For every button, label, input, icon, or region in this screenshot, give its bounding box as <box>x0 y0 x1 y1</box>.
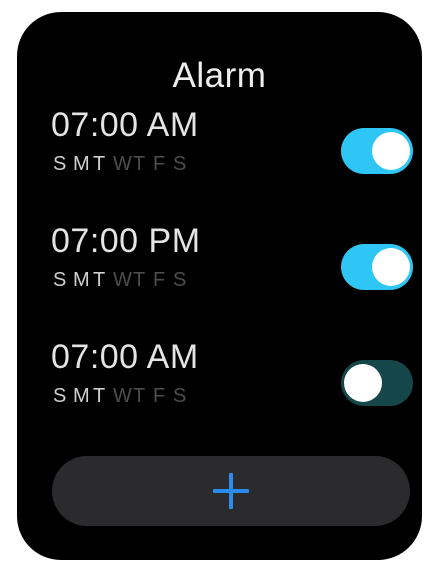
day-label: F <box>153 153 166 175</box>
day-label: F <box>153 385 166 407</box>
watch-screen: Alarm 07:00 AM S M T W T F S 07:00 PM S … <box>17 12 422 560</box>
day-label: T <box>93 153 106 175</box>
alarm-time: 07:00 AM <box>51 338 199 376</box>
alarm-time: 07:00 AM <box>51 106 199 144</box>
alarm-item[interactable]: 07:00 PM S M T W T F S <box>51 222 413 332</box>
alarm-days: S M T W T F S <box>53 385 188 408</box>
alarm-item[interactable]: 07:00 AM S M T W T F S <box>51 106 413 216</box>
day-label: M <box>73 153 90 175</box>
day-label: S <box>173 269 187 291</box>
alarm-item[interactable]: 07:00 AM S M T W T F S <box>51 338 413 448</box>
day-label: T <box>93 269 106 291</box>
day-label: W <box>113 153 132 175</box>
day-label: T <box>133 153 146 175</box>
day-label: T <box>133 269 146 291</box>
page-title: Alarm <box>172 56 267 95</box>
alarm-days: S M T W T F S <box>53 153 188 176</box>
day-label: T <box>93 385 106 407</box>
alarm-toggle[interactable] <box>341 360 413 406</box>
toggle-knob <box>372 248 410 286</box>
day-label: F <box>153 269 166 291</box>
day-label: M <box>73 269 90 291</box>
day-label: S <box>53 269 67 291</box>
day-label: W <box>113 385 132 407</box>
plus-icon <box>213 473 249 509</box>
add-alarm-button[interactable] <box>52 456 410 526</box>
day-label: W <box>113 269 132 291</box>
day-label: M <box>73 385 90 407</box>
day-label: S <box>173 153 187 175</box>
day-label: S <box>53 153 67 175</box>
toggle-knob <box>344 364 382 402</box>
alarm-toggle[interactable] <box>341 128 413 174</box>
alarm-toggle[interactable] <box>341 244 413 290</box>
alarm-days: S M T W T F S <box>53 269 188 292</box>
alarm-time: 07:00 PM <box>51 222 201 260</box>
day-label: S <box>173 385 187 407</box>
day-label: T <box>133 385 146 407</box>
toggle-knob <box>372 132 410 170</box>
day-label: S <box>53 385 67 407</box>
